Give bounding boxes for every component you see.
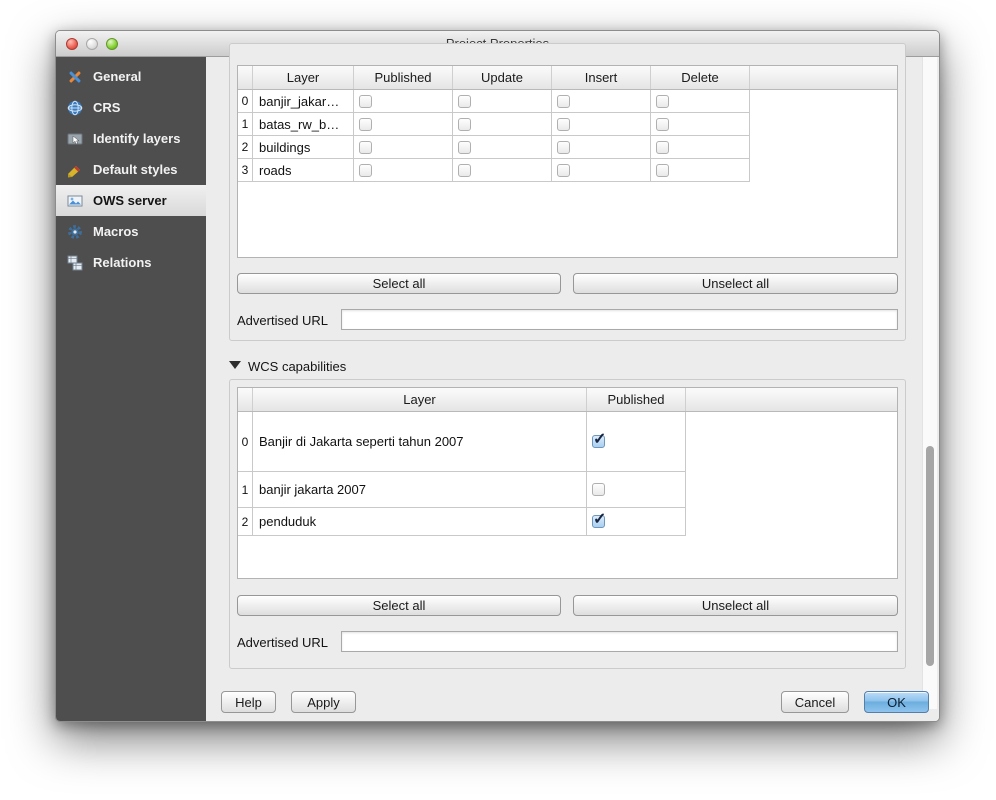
wfs-table-header: Layer Published Update Insert Delete [238, 66, 897, 90]
tools-icon [66, 69, 84, 85]
apply-button[interactable]: Apply [291, 691, 356, 713]
column-header-delete[interactable]: Delete [651, 66, 750, 89]
update-checkbox[interactable] [458, 164, 471, 177]
table-row[interactable]: 2 buildings [238, 136, 750, 159]
layer-name: Banjir di Jakarta seperti tahun 2007 [253, 412, 587, 471]
update-checkbox[interactable] [458, 141, 471, 154]
column-header-layer[interactable]: Layer [253, 388, 587, 411]
wfs-layers-table[interactable]: Layer Published Update Insert Delete 0 b… [237, 65, 898, 258]
wcs-capabilities-title[interactable]: WCS capabilities [248, 359, 346, 374]
wfs-select-all-button[interactable]: Select all [237, 273, 561, 294]
insert-checkbox[interactable] [557, 95, 570, 108]
wfs-advertised-url-input[interactable] [341, 309, 898, 330]
column-header-published[interactable]: Published [354, 66, 453, 89]
layer-name: roads [253, 159, 354, 181]
vertical-scrollbar[interactable] [922, 57, 937, 709]
sidebar-item-crs[interactable]: CRS [56, 92, 206, 123]
insert-checkbox[interactable] [557, 118, 570, 131]
update-checkbox[interactable] [458, 95, 471, 108]
identify-layers-icon [66, 131, 84, 147]
project-properties-window: Project Properties General CRS [55, 30, 940, 722]
sidebar-item-label: Macros [93, 224, 139, 239]
wcs-select-all-button[interactable]: Select all [237, 595, 561, 616]
gear-icon [66, 224, 84, 240]
published-checkbox[interactable] [592, 515, 605, 528]
delete-checkbox[interactable] [656, 95, 669, 108]
ows-server-icon [66, 193, 84, 209]
delete-checkbox[interactable] [656, 164, 669, 177]
sidebar-item-relations[interactable]: Relations [56, 247, 206, 278]
wcs-layers-table[interactable]: Layer Published 0 Banjir di Jakarta sepe… [237, 387, 898, 579]
sidebar-item-general[interactable]: General [56, 61, 206, 92]
column-header-layer[interactable]: Layer [253, 66, 354, 89]
wcs-advertised-url-label: Advertised URL [237, 635, 328, 650]
globe-icon [66, 100, 84, 116]
table-row[interactable]: 2 penduduk [238, 508, 686, 536]
published-checkbox[interactable] [359, 118, 372, 131]
sidebar-item-identify-layers[interactable]: Identify layers [56, 123, 206, 154]
layer-name: buildings [253, 136, 354, 158]
table-row[interactable]: 0 banjir_jakar… [238, 90, 750, 113]
sidebar-item-label: Identify layers [93, 131, 180, 146]
layer-name: batas_rw_b… [253, 113, 354, 135]
published-checkbox[interactable] [359, 95, 372, 108]
update-checkbox[interactable] [458, 118, 471, 131]
sidebar-item-label: OWS server [93, 193, 167, 208]
sidebar-item-label: CRS [93, 100, 120, 115]
layer-name: penduduk [253, 508, 587, 535]
relations-icon [66, 255, 84, 271]
delete-checkbox[interactable] [656, 118, 669, 131]
wcs-advertised-url-input[interactable] [341, 631, 898, 652]
insert-checkbox[interactable] [557, 141, 570, 154]
table-row[interactable]: 1 banjir jakarta 2007 [238, 472, 686, 508]
zoom-icon[interactable] [106, 38, 118, 50]
wfs-advertised-url-label: Advertised URL [237, 313, 328, 328]
close-icon[interactable] [66, 38, 78, 50]
scrollbar-thumb[interactable] [926, 446, 934, 666]
column-header-update[interactable]: Update [453, 66, 552, 89]
content-area: Layer Published Update Insert Delete 0 b… [206, 57, 940, 722]
published-checkbox[interactable] [592, 435, 605, 448]
published-checkbox[interactable] [359, 164, 372, 177]
layer-name: banjir_jakar… [253, 90, 354, 112]
sidebar-item-ows-server[interactable]: OWS server [56, 185, 206, 216]
published-checkbox[interactable] [359, 141, 372, 154]
wfs-unselect-all-button[interactable]: Unselect all [573, 273, 898, 294]
delete-checkbox[interactable] [656, 141, 669, 154]
sidebar-item-default-styles[interactable]: Default styles [56, 154, 206, 185]
insert-checkbox[interactable] [557, 164, 570, 177]
ok-button[interactable]: OK [864, 691, 929, 713]
column-header-published[interactable]: Published [587, 388, 686, 411]
table-row[interactable]: 3 roads [238, 159, 750, 182]
wcs-unselect-all-button[interactable]: Unselect all [573, 595, 898, 616]
layer-name: banjir jakarta 2007 [253, 472, 587, 507]
help-button[interactable]: Help [221, 691, 276, 713]
sidebar: General CRS Identify layers [56, 57, 206, 722]
wcs-table-header: Layer Published [238, 388, 897, 412]
table-row[interactable]: 0 Banjir di Jakarta seperti tahun 2007 [238, 412, 686, 472]
table-row[interactable]: 1 batas_rw_b… [238, 113, 750, 136]
published-checkbox[interactable] [592, 483, 605, 496]
minimize-icon[interactable] [86, 38, 98, 50]
sidebar-item-label: Default styles [93, 162, 178, 177]
sidebar-item-macros[interactable]: Macros [56, 216, 206, 247]
column-header-insert[interactable]: Insert [552, 66, 651, 89]
sidebar-item-label: Relations [93, 255, 152, 270]
sidebar-item-label: General [93, 69, 141, 84]
cancel-button[interactable]: Cancel [781, 691, 849, 713]
chevron-down-icon[interactable] [229, 361, 241, 369]
paintbrush-icon [66, 162, 84, 178]
